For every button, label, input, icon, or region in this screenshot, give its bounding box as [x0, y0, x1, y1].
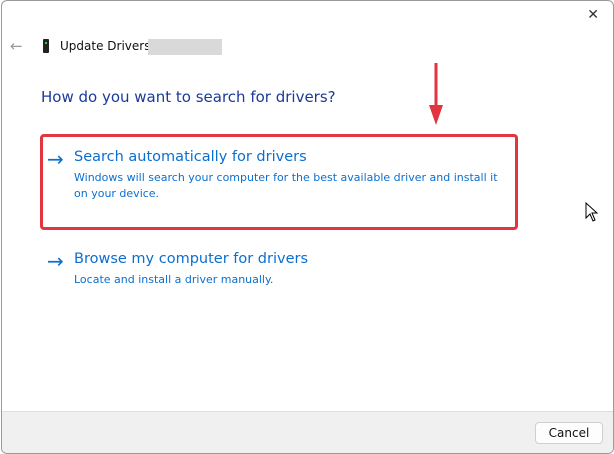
annotation-arrow-icon [429, 63, 443, 125]
redacted-device-name [148, 39, 222, 55]
footer-bar: Cancel [2, 411, 613, 453]
back-arrow-icon[interactable]: ← [10, 37, 23, 55]
arrow-right-icon: → [47, 249, 64, 273]
device-icon [43, 39, 49, 53]
highlight-box [40, 134, 518, 230]
update-drivers-window: ✕ ← Update Drivers - How do you want to … [1, 0, 614, 454]
close-icon[interactable]: ✕ [587, 7, 599, 23]
cancel-button[interactable]: Cancel [535, 422, 603, 444]
mouse-cursor-icon [585, 202, 599, 222]
page-heading: How do you want to search for drivers? [41, 88, 336, 106]
window-title: Update Drivers - [60, 39, 159, 53]
option-description: Locate and install a driver manually. [74, 273, 274, 286]
option-label[interactable]: Browse my computer for drivers [74, 251, 308, 267]
